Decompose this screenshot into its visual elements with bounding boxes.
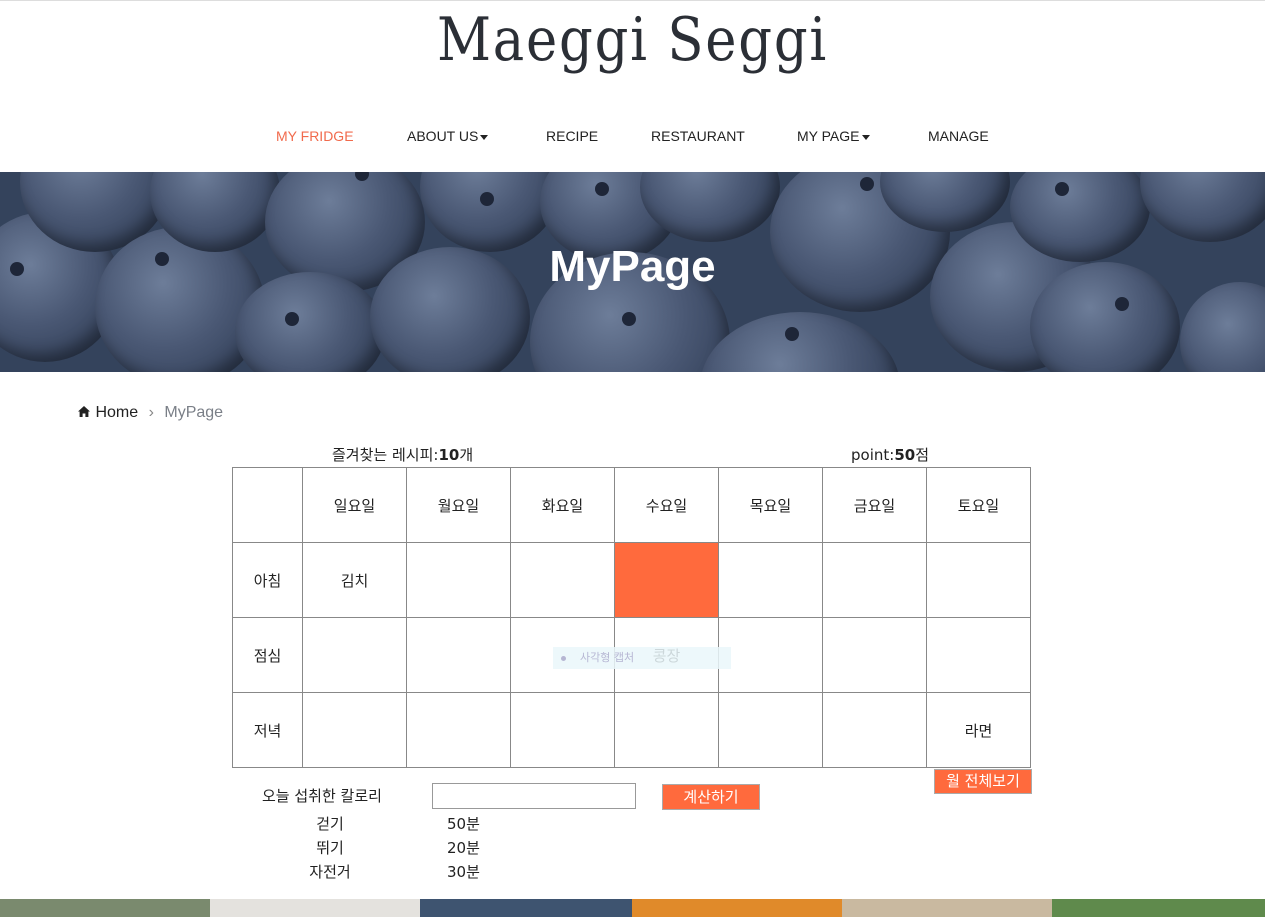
- breadcrumb-home-link[interactable]: Home: [95, 404, 138, 421]
- breadcrumb-current: MyPage: [164, 404, 224, 421]
- meal-cell[interactable]: 라면: [926, 692, 1031, 768]
- meal-cell[interactable]: [406, 542, 511, 618]
- meal-cell[interactable]: [822, 617, 927, 693]
- breadcrumb: Home › MyPage: [77, 404, 223, 422]
- exercise-name: 뛰기: [316, 839, 344, 857]
- favorites-count: 10: [438, 446, 460, 464]
- dot-icon: [561, 655, 566, 661]
- exercise-name: 걷기: [316, 815, 344, 833]
- month-view-button[interactable]: 월 전체보기: [934, 769, 1032, 794]
- meal-cell[interactable]: [614, 692, 719, 768]
- exercise-duration: 20분: [447, 839, 480, 857]
- day-header: 토요일: [926, 467, 1031, 543]
- meal-cell[interactable]: [406, 692, 511, 768]
- meal-cell[interactable]: [510, 542, 615, 618]
- favorites-unit: 개: [459, 446, 474, 464]
- page-title: MyPage: [549, 242, 716, 291]
- meal-cell[interactable]: [406, 617, 511, 693]
- caret-down-icon: [861, 134, 870, 140]
- favorites-label: 즐겨찾는 레시피:: [332, 446, 439, 464]
- meal-cell[interactable]: [926, 617, 1031, 693]
- nav-item-my-fridge[interactable]: MY FRIDGE: [276, 128, 354, 144]
- meal-cell[interactable]: [510, 692, 615, 768]
- nav-item-about-us[interactable]: ABOUT US: [407, 128, 489, 144]
- meal-cell-selected[interactable]: [614, 542, 719, 618]
- meal-cell[interactable]: [718, 542, 823, 618]
- table-row: 저녁 라면: [232, 692, 1031, 768]
- meal-cell[interactable]: [302, 692, 407, 768]
- footer-image-strip: [0, 899, 1265, 917]
- meal-cell[interactable]: [822, 692, 927, 768]
- favorites-stat: 즐겨찾는 레시피:10개: [332, 444, 473, 465]
- nav-item-label: MY PAGE: [797, 128, 860, 144]
- capture-tooltip: 사각형 캡처: [553, 647, 731, 669]
- home-icon: [78, 406, 90, 417]
- meal-row-header: 저녁: [232, 692, 303, 768]
- calorie-label: 오늘 섭취한 칼로리: [262, 787, 382, 805]
- exercise-name: 자전거: [309, 863, 351, 881]
- point-stat: point:50점: [851, 444, 929, 465]
- table-corner-cell: [232, 467, 303, 543]
- meal-row-header: 점심: [232, 617, 303, 693]
- day-header: 목요일: [718, 467, 823, 543]
- point-unit: 점: [915, 446, 929, 464]
- meal-schedule-table: 일요일 월요일 화요일 수요일 목요일 금요일 토요일 아침 김치 점심 콩장 …: [232, 467, 1031, 768]
- meal-cell[interactable]: [302, 617, 407, 693]
- day-header: 화요일: [510, 467, 615, 543]
- point-value: 50: [894, 446, 916, 464]
- day-header: 금요일: [822, 467, 927, 543]
- meal-row-header: 아침: [232, 542, 303, 618]
- calorie-input[interactable]: [432, 783, 636, 809]
- calculate-button[interactable]: 계산하기: [662, 784, 760, 810]
- meal-cell[interactable]: [822, 542, 927, 618]
- nav-item-manage[interactable]: MANAGE: [928, 128, 989, 144]
- point-label: point:: [851, 446, 895, 464]
- tooltip-text: 사각형 캡처: [580, 651, 635, 664]
- meal-cell[interactable]: [718, 692, 823, 768]
- day-header: 일요일: [302, 467, 407, 543]
- meal-cell[interactable]: [926, 542, 1031, 618]
- exercise-duration: 30분: [447, 863, 480, 881]
- caret-down-icon: [480, 134, 489, 140]
- day-header: 수요일: [614, 467, 719, 543]
- nav-item-restaurant[interactable]: RESTAURANT: [651, 128, 745, 144]
- nav-item-label: ABOUT US: [407, 128, 479, 144]
- table-header-row: 일요일 월요일 화요일 수요일 목요일 금요일 토요일: [232, 467, 1031, 543]
- nav-item-recipe[interactable]: RECIPE: [546, 128, 598, 144]
- main-nav: MY FRIDGE ABOUT US RECIPE RESTAURANT MY …: [0, 128, 1265, 146]
- day-header: 월요일: [406, 467, 511, 543]
- chevron-right-icon: ›: [148, 404, 154, 421]
- table-row: 아침 김치: [232, 542, 1031, 618]
- meal-cell[interactable]: [718, 617, 823, 693]
- nav-item-my-page[interactable]: MY PAGE: [797, 128, 870, 144]
- meal-cell[interactable]: 김치: [302, 542, 407, 618]
- site-logo[interactable]: Maeggi Seggi: [76, 0, 1189, 80]
- exercise-duration: 50분: [447, 815, 480, 833]
